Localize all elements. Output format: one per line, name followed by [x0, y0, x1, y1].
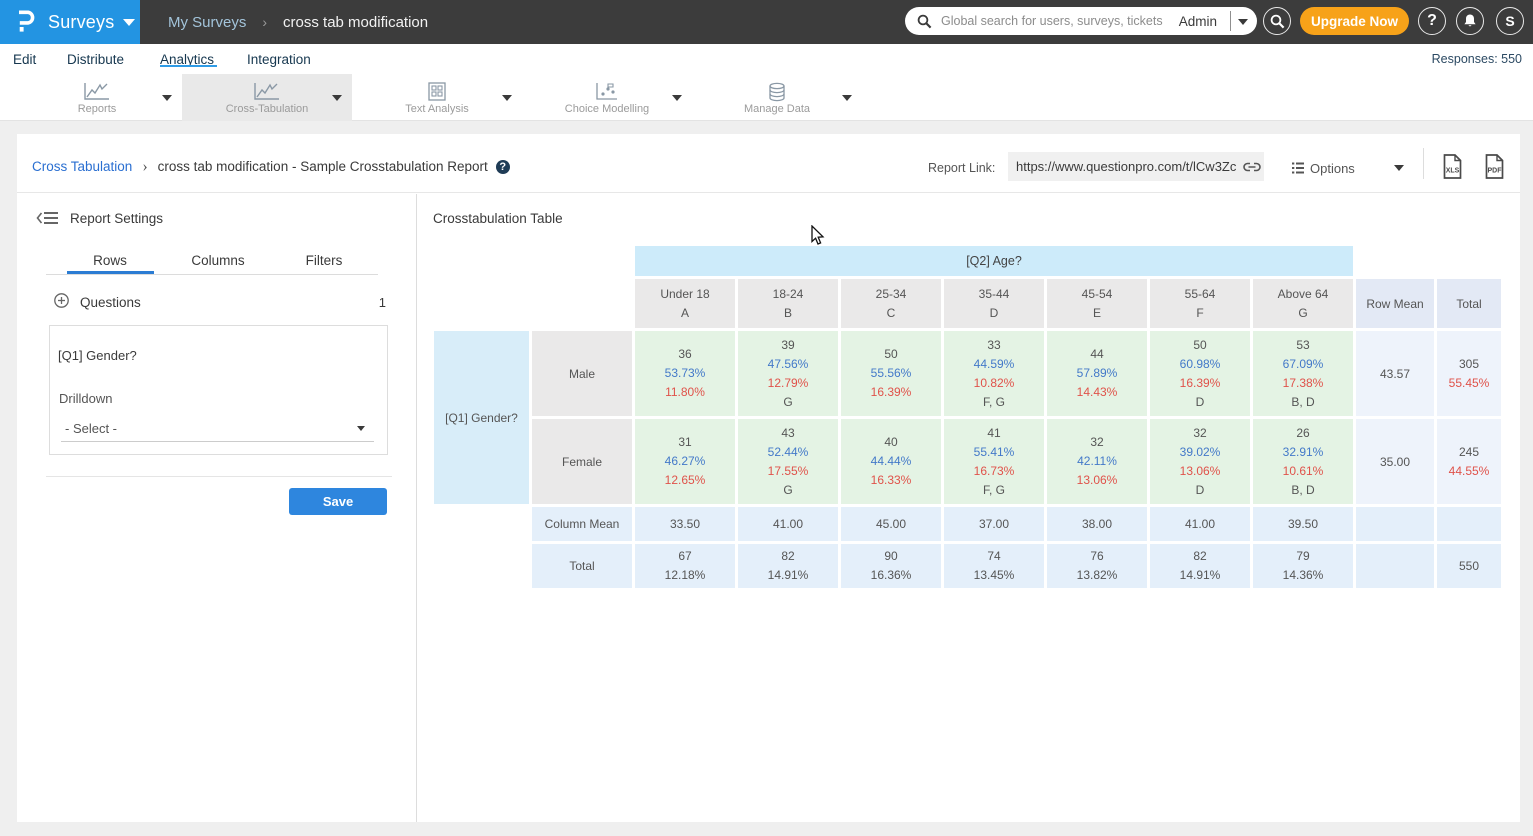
svg-text:XLS: XLS	[1446, 168, 1460, 175]
svg-text:PDF: PDF	[1488, 168, 1503, 175]
